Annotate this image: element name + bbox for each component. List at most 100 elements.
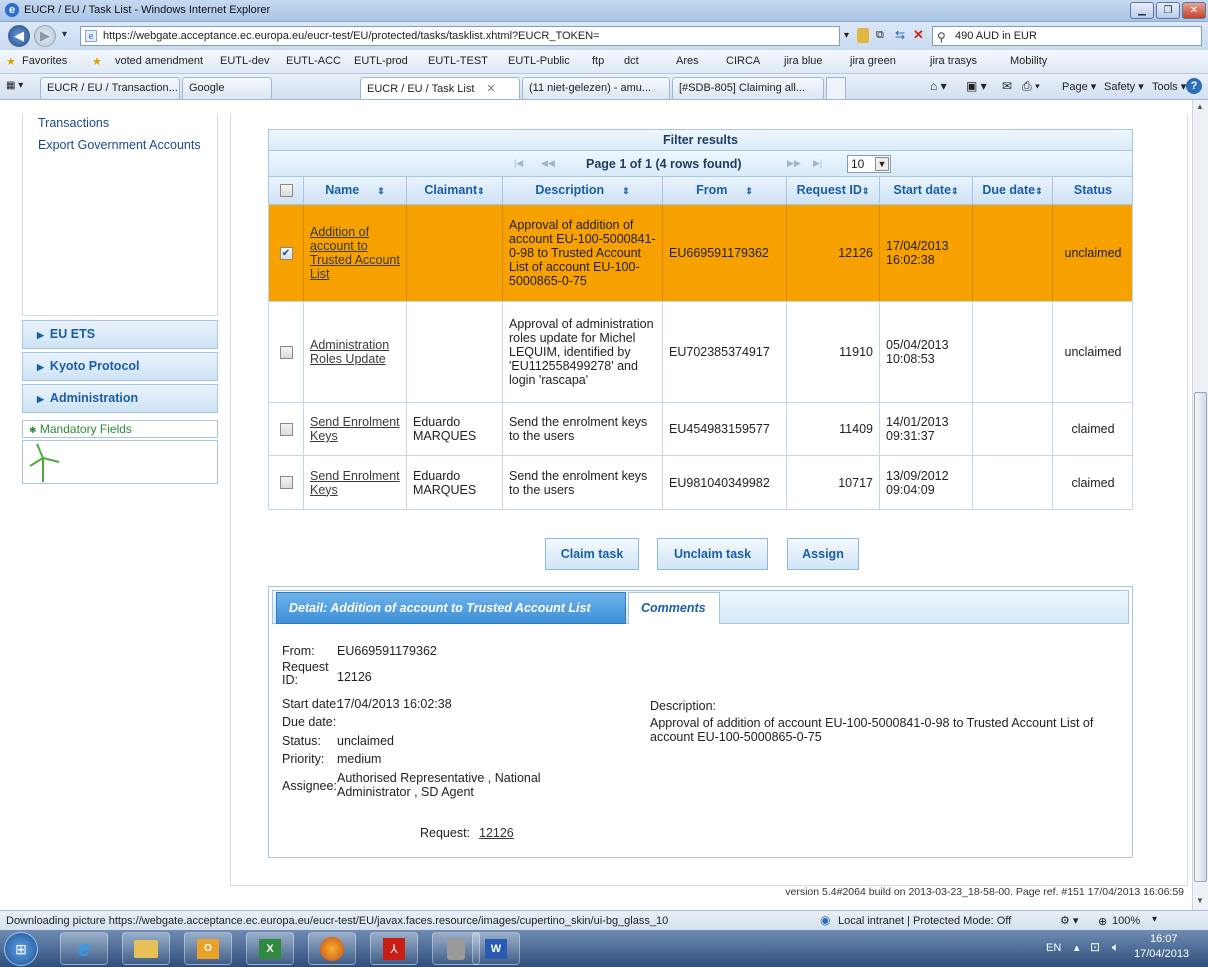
fav-eutl-test[interactable]: EUTL-TEST <box>428 55 488 67</box>
favorites-button[interactable]: Favorites <box>22 55 67 67</box>
fav-ftp[interactable]: ftp <box>592 55 604 67</box>
prev-page-icon[interactable]: ◀◀ <box>541 158 555 169</box>
feeds-icon[interactable]: ▣ ▾ <box>966 79 987 93</box>
select-all-checkbox[interactable] <box>279 184 293 198</box>
taskbar-ie-icon[interactable]: e <box>60 932 108 965</box>
add-favorite-icon[interactable]: ★ <box>92 55 102 68</box>
tools-menu[interactable]: Tools ▾ <box>1152 80 1186 93</box>
safety-menu[interactable]: Safety ▾ <box>1104 80 1144 93</box>
row-checkbox[interactable] <box>279 422 293 436</box>
close-tab-icon[interactable]: ✕ <box>486 83 495 95</box>
table-row[interactable]: ✔ Addition of account to Trusted Account… <box>268 205 1133 302</box>
scroll-thumb[interactable] <box>1194 392 1207 882</box>
protected-mode-icon[interactable]: ⚙ ▾ <box>1060 914 1078 927</box>
page-menu[interactable]: Page ▾ <box>1062 80 1096 93</box>
taskbar-firefox-icon[interactable] <box>308 932 356 965</box>
table-row[interactable]: Administration Roles Update Approval of … <box>268 302 1133 403</box>
task-name-link[interactable]: Administration Roles Update <box>310 338 400 366</box>
print-icon[interactable]: ⎙ ▾ <box>1022 79 1040 94</box>
refresh-icon[interactable]: ⇆ <box>895 28 905 42</box>
fav-jira-blue[interactable]: jira blue <box>784 55 823 67</box>
taskbar-explorer-icon[interactable] <box>122 932 170 965</box>
table-row[interactable]: Send Enrolment Keys Eduardo MARQUES Send… <box>268 456 1133 510</box>
new-tab-button[interactable] <box>826 77 846 99</box>
fav-eutl-public[interactable]: EUTL-Public <box>508 55 570 67</box>
request-link[interactable]: 12126 <box>479 826 514 840</box>
forward-button[interactable]: ▶ <box>34 25 56 47</box>
zoom-dropdown-icon[interactable]: ▾ <box>1152 914 1157 925</box>
row-checkbox[interactable] <box>279 476 293 489</box>
start-button[interactable]: ⊞ <box>4 932 38 966</box>
col-request-id-header[interactable]: Request ID⇕ <box>787 177 880 204</box>
fav-eutl-prod[interactable]: EUTL-prod <box>354 55 408 67</box>
col-status-header[interactable]: Status <box>1053 177 1133 204</box>
tab-mail[interactable]: (11 niet-gelezen) - amu... <box>522 77 670 99</box>
row-checkbox[interactable] <box>279 345 293 359</box>
fav-jira-green[interactable]: jira green <box>850 55 896 67</box>
tab-detail[interactable]: Detail: Addition of account to Trusted A… <box>276 592 626 624</box>
page-size-select[interactable]: 10 ▼ <box>847 155 891 173</box>
sidebar-section-administration[interactable]: ▶ Administration <box>22 384 218 413</box>
fav-mobility[interactable]: Mobility <box>1010 55 1047 67</box>
home-icon[interactable]: ⌂ ▾ <box>930 79 947 93</box>
fav-eutl-dev[interactable]: EUTL-dev <box>220 55 270 67</box>
fav-eutl-acc[interactable]: EUTL-ACC <box>286 55 341 67</box>
scroll-down-icon[interactable]: ▼ <box>1196 896 1204 905</box>
tab-jira[interactable]: [#SDB-805] Claiming all... <box>672 77 824 99</box>
col-description-header[interactable]: Description ⇕ <box>503 177 663 204</box>
claim-task-button[interactable]: Claim task <box>545 538 639 570</box>
help-icon[interactable]: ? <box>1186 78 1202 94</box>
col-claimant-header[interactable]: Claimant⇕ <box>407 177 503 204</box>
fav-jira-trasys[interactable]: jira trasys <box>930 55 977 67</box>
scroll-up-icon[interactable]: ▲ <box>1196 102 1204 111</box>
quick-tabs-icon[interactable]: ▦ ▾ <box>6 80 23 91</box>
recent-pages-chevron-icon[interactable]: ▾ <box>62 29 67 40</box>
url-dropdown-icon[interactable]: ▾ <box>844 30 849 41</box>
row-checkbox[interactable]: ✔ <box>279 246 293 260</box>
minimize-button[interactable]: ▁ <box>1130 2 1154 19</box>
taskbar-word-icon[interactable]: W <box>472 932 520 965</box>
taskbar-outlook-icon[interactable]: O <box>184 932 232 965</box>
vertical-scrollbar[interactable]: ▲ ▼ <box>1192 100 1208 910</box>
fav-circa[interactable]: CIRCA <box>726 55 760 67</box>
clock-date[interactable]: 17/04/2013 <box>1134 948 1189 960</box>
close-window-button[interactable]: ✕ <box>1182 2 1206 19</box>
mail-icon[interactable]: ✉ <box>1002 79 1012 93</box>
next-page-icon[interactable]: ▶▶ <box>787 158 801 169</box>
taskbar-excel-icon[interactable]: X <box>246 932 294 965</box>
col-name-header[interactable]: Name ⇕ <box>304 177 407 204</box>
url-field[interactable]: e https://webgate.acceptance.ec.europa.e… <box>80 26 840 46</box>
zoom-level[interactable]: 100% <box>1112 915 1140 927</box>
tab-comments[interactable]: Comments <box>628 592 720 624</box>
zoom-icon[interactable]: ⊕ <box>1098 915 1107 928</box>
language-indicator[interactable]: EN <box>1046 942 1061 954</box>
sidebar-section-eu-ets[interactable]: ▶ EU ETS <box>22 320 218 349</box>
lock-icon[interactable] <box>857 28 869 43</box>
stop-icon[interactable]: ✕ <box>913 27 924 43</box>
table-row[interactable]: Send Enrolment Keys Eduardo MARQUES Send… <box>268 403 1133 456</box>
last-page-icon[interactable]: ▶| <box>813 158 822 169</box>
fav-ares[interactable]: Ares <box>676 55 699 67</box>
sidebar-section-kyoto-protocol[interactable]: ▶ Kyoto Protocol <box>22 352 218 381</box>
clock-time[interactable]: 16:07 <box>1150 933 1178 945</box>
unclaim-task-button[interactable]: Unclaim task <box>657 538 768 570</box>
col-due-date-header[interactable]: Due date⇕ <box>973 177 1053 204</box>
maximize-button[interactable]: ❐ <box>1156 2 1180 19</box>
tab-task-list[interactable]: EUCR / EU / Task List ✕ <box>360 77 520 99</box>
first-page-icon[interactable]: |◀ <box>514 158 523 169</box>
fav-voted-amendment[interactable]: voted amendment <box>115 55 203 67</box>
compat-view-icon[interactable]: ⧉ <box>876 29 884 42</box>
tab-transactions[interactable]: EUCR / EU / Transaction... <box>40 77 180 99</box>
task-name-link[interactable]: Addition of account to Trusted Account L… <box>310 225 400 281</box>
taskbar-acrobat-icon[interactable]: ⅄ <box>370 932 418 965</box>
col-from-header[interactable]: From ⇕ <box>663 177 787 204</box>
assign-button[interactable]: Assign <box>787 538 859 570</box>
tab-google[interactable]: Google <box>182 77 272 99</box>
volume-icon[interactable]: 🔈︎ <box>1112 940 1119 955</box>
network-icon[interactable]: ⊡ <box>1090 940 1100 954</box>
col-start-date-header[interactable]: Start date⇕ <box>880 177 973 204</box>
back-button[interactable]: ◀ <box>8 25 30 47</box>
zone-text[interactable]: Local intranet | Protected Mode: Off <box>838 915 1011 927</box>
search-field[interactable]: ⚲ 490 AUD in EUR <box>932 26 1202 46</box>
fav-dct[interactable]: dct <box>624 55 639 67</box>
